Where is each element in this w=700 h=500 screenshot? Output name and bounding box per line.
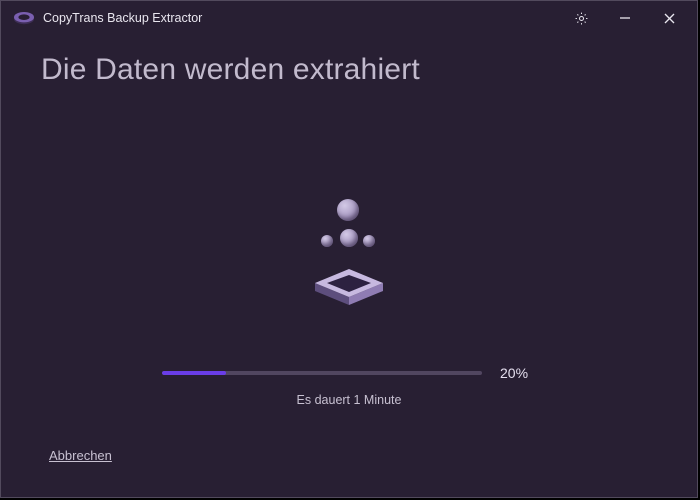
app-logo-icon — [11, 9, 37, 27]
progress-fill — [162, 371, 226, 375]
gear-icon — [574, 11, 589, 26]
minimize-button[interactable] — [603, 1, 647, 35]
loader-dot-icon — [321, 235, 333, 247]
app-window: CopyTrans Backup Extractor Die Dat — [0, 0, 698, 498]
loader-dot-icon — [340, 229, 358, 247]
loader-dot-icon — [363, 235, 375, 247]
progress-bar — [162, 371, 482, 375]
app-title: CopyTrans Backup Extractor — [43, 11, 202, 25]
page-title: Die Daten werden extrahiert — [41, 53, 657, 87]
content-area: Die Daten werden extrahiert — [1, 35, 697, 497]
progress-row: 20% — [1, 365, 697, 381]
status-text: Es dauert 1 Minute — [1, 393, 697, 407]
close-icon — [664, 13, 675, 24]
extraction-animation — [1, 195, 697, 335]
titlebar: CopyTrans Backup Extractor — [1, 1, 697, 35]
loader-tile-icon — [305, 255, 393, 315]
close-button[interactable] — [647, 1, 691, 35]
cancel-button[interactable]: Abbrechen — [49, 448, 112, 463]
settings-button[interactable] — [559, 1, 603, 35]
minimize-icon — [619, 12, 631, 24]
progress-percent: 20% — [500, 365, 536, 381]
loader-graphic — [279, 195, 419, 335]
loader-dot-icon — [337, 199, 359, 221]
